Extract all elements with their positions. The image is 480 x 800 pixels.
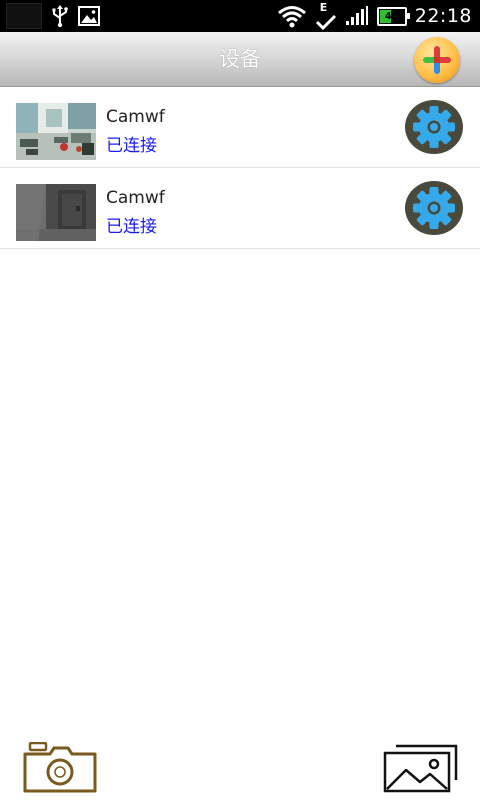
device-row[interactable]: Camwf 已连接: [0, 87, 480, 168]
battery-icon: 43: [376, 6, 410, 26]
device-status: 已连接: [106, 136, 157, 156]
device-name: Camwf: [106, 188, 165, 208]
notification-thumbnail-icon: [6, 3, 42, 29]
camera-icon: [23, 741, 97, 793]
bottom-toolbar: [0, 736, 480, 800]
gear-icon: [405, 181, 463, 235]
device-settings-button[interactable]: [404, 99, 464, 155]
status-bar: E 43 22:18: [0, 0, 480, 32]
device-status: 已连接: [106, 217, 157, 237]
status-notifications: [6, 3, 100, 29]
device-settings-button[interactable]: [404, 180, 464, 236]
status-system: E 43 22:18: [277, 1, 472, 30]
add-device-icon: [423, 46, 451, 74]
usb-icon: [52, 5, 68, 28]
picture-notification-icon: [78, 6, 100, 26]
gear-icon: [405, 100, 463, 154]
data-check-icon: [315, 14, 336, 30]
page-title: 设备: [219, 47, 261, 71]
data-network-indicator: E: [315, 1, 337, 30]
dark-room-preview-image: [16, 184, 96, 241]
device-thumbnail: [16, 184, 96, 241]
status-time: 22:18: [414, 5, 472, 27]
device-thumbnail: [16, 103, 96, 160]
snapshot-button[interactable]: [22, 741, 98, 794]
add-device-button[interactable]: [414, 37, 460, 83]
device-row[interactable]: Camwf 已连接: [0, 168, 480, 249]
device-name: Camwf: [106, 107, 165, 127]
gallery-icon: [383, 744, 458, 793]
battery-level-text: 43: [384, 10, 399, 22]
network-type-label: E: [319, 1, 328, 14]
signal-icon: [345, 6, 368, 25]
wifi-icon: [277, 6, 306, 28]
office-preview-image: [16, 103, 96, 160]
screen: E 43 22:18 设备 Camwf 已连接 Camwf 已连接: [0, 0, 480, 800]
device-list: Camwf 已连接 Camwf 已连接: [0, 87, 480, 249]
gallery-button[interactable]: [382, 742, 458, 794]
title-bar: 设备: [0, 32, 480, 87]
